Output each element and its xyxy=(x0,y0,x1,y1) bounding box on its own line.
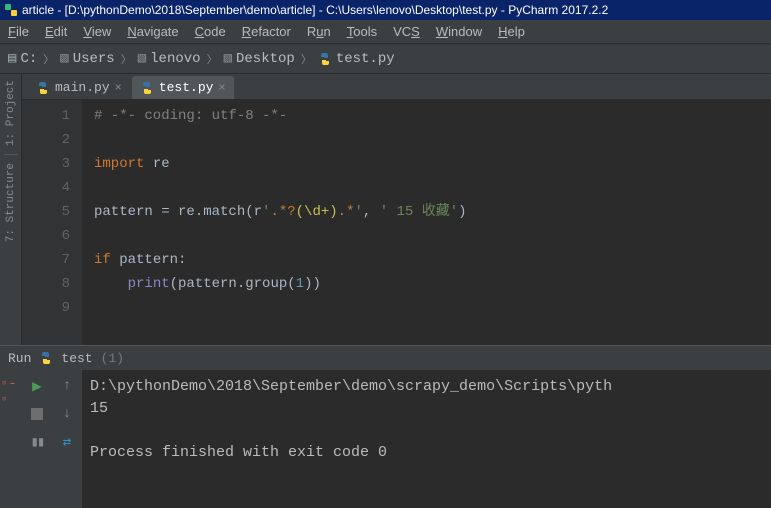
menu-run[interactable]: Run xyxy=(307,24,331,39)
chevron-right-icon: 〉 xyxy=(121,51,132,67)
breadcrumb-users[interactable]: ▧ Users xyxy=(60,50,114,67)
breadcrumb-file[interactable]: test.py xyxy=(318,51,395,67)
menu-code[interactable]: Code xyxy=(195,24,226,39)
breadcrumb-desktop[interactable]: ▧ Desktop xyxy=(224,50,295,67)
menu-view[interactable]: View xyxy=(83,24,111,39)
chevron-right-icon: 〉 xyxy=(301,51,312,67)
run-config-name[interactable]: test xyxy=(61,351,92,366)
code-content[interactable]: # -*- coding: utf-8 -*- import re patter… xyxy=(82,100,771,345)
breadcrumb-label: Desktop xyxy=(236,51,295,67)
project-tool-tab[interactable]: 1: Project xyxy=(5,74,17,152)
breadcrumb-label: lenovo xyxy=(150,51,200,67)
python-file-icon xyxy=(140,81,154,95)
run-toolbar: ▶ ↑ ↓ ▮▮ ⇄ xyxy=(22,370,82,508)
menu-window[interactable]: Window xyxy=(436,24,482,39)
tab-label: test.py xyxy=(159,80,214,95)
chevron-right-icon: 〉 xyxy=(43,51,54,67)
folder-icon: ▧ xyxy=(138,50,146,67)
folder-icon: ▧ xyxy=(60,50,68,67)
line-gutter: 123456789 xyxy=(22,100,82,345)
breadcrumb-lenovo[interactable]: ▧ lenovo xyxy=(138,50,201,67)
python-file-icon xyxy=(36,81,50,95)
breadcrumb-file-label: test.py xyxy=(336,51,395,67)
structure-tool-tab[interactable]: 7: Structure xyxy=(5,157,17,248)
folder-icon: ▧ xyxy=(224,50,232,67)
up-arrow-icon[interactable]: ↑ xyxy=(57,376,77,396)
main-area: 1: Project 7: Structure main.py × test.p… xyxy=(0,74,771,345)
pause-button[interactable]: ▮▮ xyxy=(27,432,47,452)
run-count: (1) xyxy=(101,351,124,366)
editor-area: main.py × test.py × 123456789 # -*- codi… xyxy=(22,74,771,345)
close-icon[interactable]: × xyxy=(115,81,122,95)
menu-help[interactable]: Help xyxy=(498,24,525,39)
breadcrumb: ▤ C: 〉 ▧ Users 〉 ▧ lenovo 〉 ▧ Desktop 〉 … xyxy=(0,44,771,74)
menubar: File Edit View Navigate Code Refactor Ru… xyxy=(0,20,771,44)
app-icon xyxy=(4,3,18,17)
tab-label: main.py xyxy=(55,80,110,95)
close-icon[interactable]: × xyxy=(218,81,225,95)
menu-file[interactable]: File xyxy=(8,24,29,39)
chevron-right-icon: 〉 xyxy=(207,51,218,67)
window-titlebar: article - [D:\pythonDemo\2018\September\… xyxy=(0,0,771,20)
run-label: Run xyxy=(8,351,31,366)
stop-button[interactable] xyxy=(27,404,47,424)
rerun-button[interactable]: ▶ xyxy=(27,376,47,396)
run-output[interactable]: D:\pythonDemo\2018\September\demo\scrapy… xyxy=(82,370,771,508)
rail-divider xyxy=(4,154,18,155)
run-left-rail: ◦-◦ xyxy=(0,370,22,508)
menu-edit[interactable]: Edit xyxy=(45,24,67,39)
menu-navigate[interactable]: Navigate xyxy=(127,24,178,39)
tab-test-py[interactable]: test.py × xyxy=(132,76,234,99)
run-header: Run test (1) xyxy=(0,346,771,370)
menu-vcs[interactable]: VCS xyxy=(393,24,420,39)
run-panel: Run test (1) ◦-◦ ▶ ↑ ↓ ▮▮ ⇄ D:\pythonDem… xyxy=(0,345,771,508)
menu-tools[interactable]: Tools xyxy=(347,24,377,39)
graph-icon[interactable]: ◦-◦ xyxy=(0,376,22,408)
code-editor[interactable]: 123456789 # -*- coding: utf-8 -*- import… xyxy=(22,100,771,345)
tab-main-py[interactable]: main.py × xyxy=(28,76,130,99)
python-file-icon xyxy=(39,351,53,365)
breadcrumb-root-label: C: xyxy=(20,51,37,67)
window-title: article - [D:\pythonDemo\2018\September\… xyxy=(22,3,608,17)
down-arrow-icon[interactable]: ↓ xyxy=(57,404,77,424)
disk-icon: ▤ xyxy=(8,50,16,67)
python-file-icon xyxy=(318,52,332,66)
run-body: ◦-◦ ▶ ↑ ↓ ▮▮ ⇄ D:\pythonDemo\2018\Septem… xyxy=(0,370,771,508)
left-rail: 1: Project 7: Structure xyxy=(0,74,22,345)
soft-wrap-icon[interactable]: ⇄ xyxy=(57,432,77,452)
breadcrumb-root[interactable]: ▤ C: xyxy=(8,50,37,67)
menu-refactor[interactable]: Refactor xyxy=(242,24,291,39)
breadcrumb-label: Users xyxy=(73,51,115,67)
editor-tabs: main.py × test.py × xyxy=(22,74,771,100)
